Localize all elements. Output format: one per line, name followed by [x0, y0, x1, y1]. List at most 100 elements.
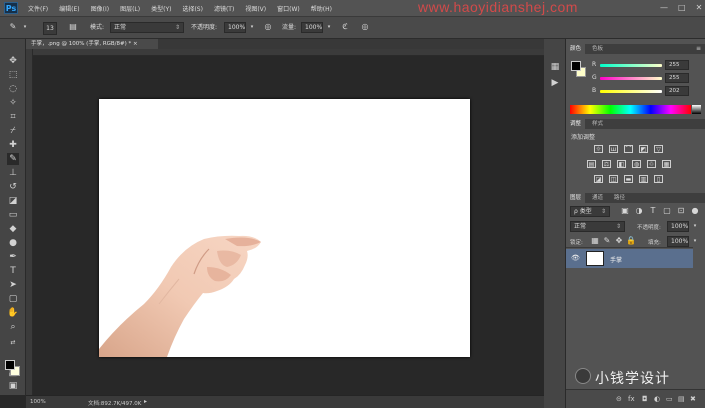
minimize-button[interactable]: —	[660, 3, 668, 12]
document-tab[interactable]: 手掌，.png @ 100% (手掌, RGB/8#) * ×	[26, 39, 158, 49]
layer-style-icon[interactable]: fx	[628, 395, 635, 403]
layer-filter-select[interactable]: ρ 类型 ⇕	[570, 206, 610, 217]
clone-stamp-tool-icon[interactable]: ⊥	[7, 167, 19, 179]
lock-all-icon[interactable]: 🔒	[626, 236, 636, 246]
new-group-icon[interactable]: ▭	[666, 395, 673, 403]
opacity-input[interactable]: 100%	[224, 22, 246, 33]
r-slider[interactable]	[600, 64, 662, 67]
opacity-dropdown-icon[interactable]: ▾	[247, 22, 257, 32]
eraser-tool-icon[interactable]: ◪	[7, 195, 19, 207]
flow-input[interactable]: 100%	[301, 22, 323, 33]
brush-tool-icon[interactable]: ✎	[7, 153, 19, 165]
info-arrow-icon[interactable]: ▸	[144, 398, 147, 405]
tab-layers[interactable]: 图层	[566, 193, 586, 203]
exposure-icon[interactable]: ◩	[639, 145, 648, 153]
tab-paths[interactable]: 路径	[610, 193, 629, 203]
zoom-level[interactable]: 100%	[30, 399, 46, 405]
menu-view[interactable]: 视图(V)	[245, 4, 266, 13]
marquee-tool-icon[interactable]: ⬚	[7, 69, 19, 81]
color-spectrum[interactable]	[570, 105, 691, 114]
gradient-map-icon[interactable]: ▯	[654, 175, 663, 183]
tab-color[interactable]: 颜色	[566, 44, 586, 54]
panel-menu-icon[interactable]: ≡	[696, 44, 701, 54]
fill-dropdown-icon[interactable]: ▾	[690, 236, 700, 246]
color-lookup-icon[interactable]: ▦	[662, 160, 671, 168]
lock-position-icon[interactable]: ✥	[614, 236, 624, 246]
horizontal-ruler[interactable]	[26, 49, 544, 56]
menu-help[interactable]: 帮助(H)	[311, 4, 332, 13]
tab-styles[interactable]: 样式	[588, 119, 607, 129]
filter-toggle-icon[interactable]: ●	[690, 206, 700, 216]
airbrush-icon[interactable]: ℭ	[340, 22, 350, 32]
foreground-color-swatch[interactable]	[5, 360, 15, 370]
color-spectrum-bw[interactable]	[692, 105, 701, 114]
menu-type[interactable]: 类型(Y)	[151, 4, 171, 13]
type-tool-icon[interactable]: T	[7, 265, 19, 277]
pen-tool-icon[interactable]: ✒	[7, 251, 19, 263]
filter-type-icon[interactable]: T	[648, 206, 658, 216]
brush-tool-icon[interactable]: ✎	[8, 22, 18, 32]
dodge-tool-icon[interactable]: ●	[7, 237, 19, 249]
selective-color-icon[interactable]: ▥	[639, 175, 648, 183]
filter-shape-icon[interactable]: ▢	[662, 206, 672, 216]
brightness-icon[interactable]: ☼	[594, 145, 603, 153]
tab-swatches[interactable]: 色板	[588, 44, 607, 54]
color-fg-swatch[interactable]	[571, 61, 581, 71]
blur-tool-icon[interactable]: ◆	[7, 223, 19, 235]
history-panel-icon[interactable]: ▦	[549, 61, 561, 73]
curves-icon[interactable]: ⌒	[624, 145, 633, 153]
history-brush-tool-icon[interactable]: ↺	[7, 181, 19, 193]
new-adjustment-icon[interactable]: ◐	[654, 395, 660, 403]
b-slider[interactable]	[600, 90, 662, 93]
zoom-tool-icon[interactable]: ⌕	[7, 321, 19, 333]
hue-saturation-icon[interactable]: ▤	[587, 160, 596, 168]
lasso-tool-icon[interactable]: ◌	[7, 83, 19, 95]
menu-image[interactable]: 图像(I)	[91, 4, 109, 13]
black-white-icon[interactable]: ◧	[617, 160, 626, 168]
gradient-tool-icon[interactable]: ▭	[7, 209, 19, 221]
close-button[interactable]: ✕	[696, 3, 703, 12]
swap-colors-icon[interactable]: ⇄	[7, 337, 19, 349]
menu-file[interactable]: 文件(F)	[28, 4, 48, 13]
add-mask-icon[interactable]: ◘	[642, 395, 648, 403]
brush-panel-toggle-icon[interactable]: ▤	[68, 22, 78, 32]
g-value[interactable]: 255	[665, 73, 689, 83]
hand-tool-icon[interactable]: ✋	[7, 307, 19, 319]
layer-row[interactable]: 👁 手掌	[566, 249, 693, 268]
quick-select-tool-icon[interactable]: ✧	[7, 97, 19, 109]
menu-edit[interactable]: 编辑(E)	[59, 4, 79, 13]
blend-mode-select[interactable]: 正常 ⇕	[570, 221, 625, 232]
actions-panel-icon[interactable]: ▶	[549, 77, 561, 89]
layer-visibility-icon[interactable]: 👁	[571, 254, 580, 262]
layer-name[interactable]: 手掌	[610, 255, 622, 264]
fill-input[interactable]: 100%	[667, 236, 689, 247]
crop-tool-icon[interactable]: ⌗	[7, 111, 19, 123]
layer-opacity-dropdown-icon[interactable]: ▾	[690, 221, 700, 231]
screen-mode-icon[interactable]: ▣	[7, 380, 19, 392]
b-value[interactable]: 202	[665, 86, 689, 96]
tablet-pressure-size-icon[interactable]: ◎	[360, 22, 370, 32]
vibrance-icon[interactable]: ▽	[654, 145, 663, 153]
photo-filter-icon[interactable]: ◍	[632, 160, 641, 168]
layer-opacity-input[interactable]: 100%	[667, 221, 689, 232]
eyedropper-tool-icon[interactable]: ⌿	[7, 125, 19, 137]
document-canvas[interactable]	[99, 99, 470, 357]
tablet-pressure-opacity-icon[interactable]: ◎	[263, 22, 273, 32]
move-tool-icon[interactable]: ✥	[7, 55, 19, 67]
document-info[interactable]: 文档:892.7K/497.0K	[88, 399, 141, 407]
menu-window[interactable]: 窗口(W)	[277, 4, 300, 13]
path-selection-tool-icon[interactable]: ➤	[7, 279, 19, 291]
filter-adjust-icon[interactable]: ◑	[634, 206, 644, 216]
vertical-ruler[interactable]	[26, 49, 33, 395]
channel-mixer-icon[interactable]: ♲	[647, 160, 656, 168]
mode-select[interactable]: 正常 ⇕	[110, 22, 184, 33]
invert-icon[interactable]: ◪	[594, 175, 603, 183]
flow-dropdown-icon[interactable]: ▾	[324, 22, 334, 32]
delete-layer-icon[interactable]: ✖	[690, 395, 696, 403]
healing-brush-tool-icon[interactable]: ✚	[7, 139, 19, 151]
tab-channels[interactable]: 通道	[588, 193, 607, 203]
posterize-icon[interactable]: ◫	[609, 175, 618, 183]
menu-filter[interactable]: 滤镜(T)	[214, 4, 234, 13]
menu-layer[interactable]: 图层(L)	[120, 4, 140, 13]
r-value[interactable]: 255	[665, 60, 689, 70]
